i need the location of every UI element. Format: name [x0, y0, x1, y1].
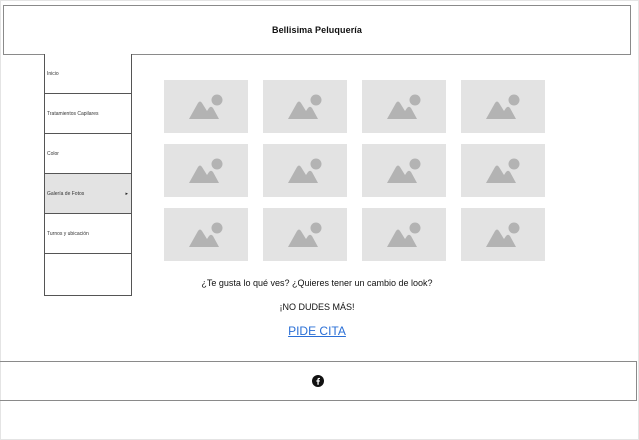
gallery-photo-placeholder[interactable]: [164, 80, 248, 133]
image-placeholder-icon: [387, 158, 421, 183]
gallery-photo-placeholder[interactable]: [362, 144, 446, 197]
gallery-photo-placeholder[interactable]: [263, 80, 347, 133]
site-title: Bellisima Peluquería: [271, 25, 363, 35]
gallery-photo-placeholder[interactable]: [461, 80, 545, 133]
gallery-photo-placeholder[interactable]: [263, 144, 347, 197]
sidebar-item-label: Color: [47, 150, 59, 157]
image-placeholder-icon: [189, 94, 223, 119]
gallery-photo-placeholder[interactable]: [164, 208, 248, 261]
image-placeholder-icon: [387, 222, 421, 247]
site-footer: [0, 361, 637, 401]
image-placeholder-icon: [288, 158, 322, 183]
image-placeholder-icon: [486, 94, 520, 119]
sidebar-item-turnos[interactable]: Turnos y ubicación: [45, 214, 131, 254]
gallery-photo-placeholder[interactable]: [362, 208, 446, 261]
image-placeholder-icon: [189, 158, 223, 183]
sidebar-item-galeria[interactable]: Galería de Fotos ▸: [45, 174, 131, 214]
gallery-photo-placeholder[interactable]: [362, 80, 446, 133]
sidebar-empty-slot: [45, 254, 131, 295]
submenu-arrow-icon: ▸: [125, 190, 128, 197]
sidebar-item-label: Turnos y ubicación: [47, 230, 89, 237]
facebook-icon[interactable]: [312, 375, 324, 387]
gallery-photo-placeholder[interactable]: [263, 208, 347, 261]
image-placeholder-icon: [189, 222, 223, 247]
gallery-photo-placeholder[interactable]: [461, 144, 545, 197]
gallery-photo-placeholder[interactable]: [461, 208, 545, 261]
image-placeholder-icon: [387, 94, 421, 119]
image-placeholder-icon: [288, 222, 322, 247]
sidebar-item-tratamientos[interactable]: Tratamientos Capilares: [45, 94, 131, 134]
image-placeholder-icon: [486, 158, 520, 183]
site-header: Bellisima Peluquería: [3, 5, 631, 55]
sidebar-item-label: Inicio: [47, 70, 59, 77]
image-placeholder-icon: [288, 94, 322, 119]
book-appointment-link[interactable]: PIDE CITA: [130, 324, 504, 338]
promo-cta: ¡NO DUDES MÁS!: [279, 302, 355, 312]
sidebar-nav: Inicio Tratamientos Capilares Color Gale…: [44, 54, 132, 296]
image-placeholder-icon: [486, 222, 520, 247]
promo-question: ¿Te gusta lo qué ves? ¿Quieres tener un …: [201, 278, 433, 288]
sidebar-item-label: Galería de Fotos: [47, 190, 85, 197]
sidebar-item-color[interactable]: Color: [45, 134, 131, 174]
sidebar-item-inicio[interactable]: Inicio: [45, 54, 131, 94]
sidebar-item-label: Tratamientos Capilares: [47, 110, 99, 117]
gallery-photo-placeholder[interactable]: [164, 144, 248, 197]
